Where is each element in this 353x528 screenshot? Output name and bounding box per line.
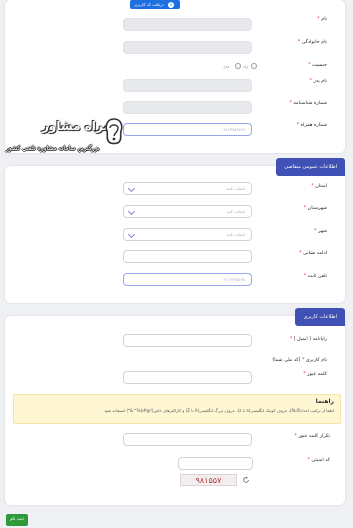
county-label: شهرستان * [303, 206, 327, 211]
address-label: ادامه نشانی * [299, 251, 327, 256]
submit-button[interactable]: ثبت نام [6, 514, 28, 526]
father-name-field[interactable] [123, 79, 252, 92]
gender-label: جنسیت * [308, 63, 327, 68]
chevron-down-icon [127, 184, 136, 193]
father-name-label: نام پدر * [309, 79, 327, 84]
username-label: نام کاربری * (کد ملی شما) [272, 358, 327, 363]
city-select[interactable]: انتخاب کنید [123, 228, 252, 241]
captcha-label: کد امنیتی * [307, 458, 330, 463]
fetch-user-code-button[interactable]: دریافت کد کاربری i [130, 0, 180, 9]
watermark: همراه مشاور بزرگترین سامانه مشاوره تلفنی… [2, 117, 130, 161]
gender-male-radio[interactable] [250, 63, 257, 69]
account-section-tab: اطلاعات کاربری [295, 308, 345, 326]
hint-text: لطفا از ترکیب اعداد(0تا9)، حروف کوچک انگ… [103, 408, 334, 413]
province-select[interactable]: انتخاب کنید [123, 182, 252, 195]
address-input[interactable] [123, 250, 252, 263]
chevron-down-icon [127, 207, 136, 216]
username-note: (کد ملی شما) [272, 358, 301, 363]
mobile-label: شماره همراه * [296, 123, 327, 128]
chevron-down-icon [127, 230, 136, 239]
surname-field[interactable] [123, 41, 252, 54]
email-input[interactable] [123, 334, 252, 347]
contact-section-tab: اطلاعات عمومی متقاضی [276, 158, 345, 176]
refresh-icon[interactable] [242, 476, 250, 484]
gender-female-label: زن [243, 64, 249, 70]
confirm-password-label: تکرار کلمه عبور * [294, 434, 330, 439]
captcha-image: ۹۸۱۵۵۷ [180, 474, 237, 486]
gender-radio-group: زن مرد [223, 63, 258, 70]
password-label: کلمه عبور * [303, 372, 327, 377]
id-card-field[interactable] [123, 101, 252, 114]
confirm-password-input[interactable] [123, 433, 252, 446]
watermark-logo-icon [105, 118, 123, 145]
name-field[interactable] [123, 18, 252, 31]
password-input[interactable] [123, 371, 252, 384]
id-card-label: شماره شناسنامه * [289, 101, 327, 106]
info-icon: i [167, 1, 174, 8]
gender-female-radio[interactable] [234, 63, 241, 69]
hint-title: راهنما [315, 398, 334, 405]
captcha-input[interactable] [178, 457, 253, 470]
surname-label: نام خانوادگی * [297, 40, 327, 45]
county-select[interactable]: انتخاب کنید [123, 205, 252, 218]
name-label: نام * [317, 17, 327, 22]
watermark-subtitle: بزرگترین سامانه مشاوره تلفنی کشور [6, 145, 100, 152]
city-label: شهر * [314, 229, 327, 234]
email-label: رایانامه ( ایمیل ) * [289, 337, 327, 342]
province-label: استان * [311, 184, 327, 189]
phone-input[interactable]: ۰۲۱۱۲۳۴۵۶۷۸ [123, 273, 252, 286]
phone-label: تلفن ثابت * [303, 274, 327, 279]
contact-info-card: اطلاعات عمومی متقاضی استان * انتخاب کنید… [5, 158, 345, 303]
gender-male-label: مرد [223, 64, 230, 70]
password-hint-box: راهنما لطفا از ترکیب اعداد(0تا9)، حروف ک… [13, 394, 341, 424]
fetch-button-label: دریافت کد کاربری [134, 2, 164, 7]
mobile-input[interactable]: ۰۹۱۲۳۴۵۶۷۸۹ [123, 123, 252, 136]
